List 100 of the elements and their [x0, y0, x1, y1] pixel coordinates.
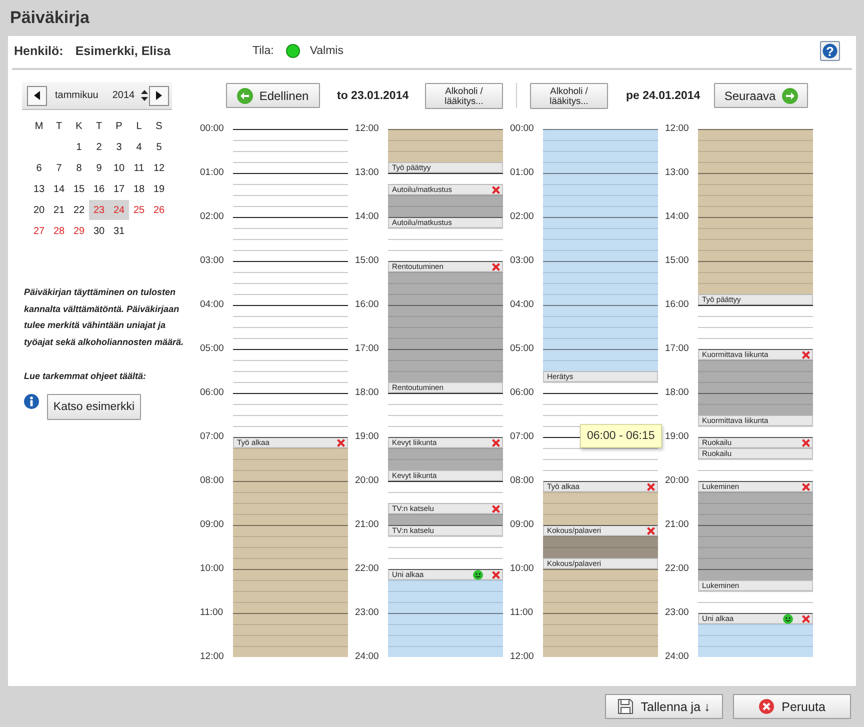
previous-month-button[interactable]: [27, 86, 47, 106]
calendar-day[interactable]: 7: [49, 158, 69, 178]
example-button[interactable]: Katso esimerkki: [47, 394, 141, 420]
event-time-slot[interactable]: [698, 393, 813, 404]
event-time-slot[interactable]: [233, 481, 348, 492]
event-time-slot[interactable]: [233, 635, 348, 646]
event-time-slot[interactable]: [698, 173, 813, 184]
calendar-day[interactable]: 25: [129, 200, 149, 220]
event-time-slot[interactable]: [233, 602, 348, 613]
event-time-slot[interactable]: [543, 195, 658, 206]
event-time-slot[interactable]: [698, 635, 813, 646]
year-value[interactable]: 2014: [112, 90, 135, 101]
event-time-slot[interactable]: [698, 151, 813, 162]
delete-icon[interactable]: [646, 482, 656, 492]
event-time-slot[interactable]: [543, 580, 658, 591]
event-time-slot[interactable]: [543, 261, 658, 272]
event-time-slot[interactable]: [698, 503, 813, 514]
calendar-day[interactable]: 20: [29, 200, 49, 220]
event-time-slot[interactable]: [543, 316, 658, 327]
event-time-slot[interactable]: [698, 525, 813, 536]
calendar-day[interactable]: 3: [109, 137, 129, 157]
event-time-slot[interactable]: [543, 613, 658, 624]
event-time-slot[interactable]: [698, 162, 813, 173]
event-time-slot[interactable]: [543, 239, 658, 250]
event-time-slot[interactable]: [388, 327, 503, 338]
calendar-day[interactable]: 11: [129, 158, 149, 178]
event-time-slot[interactable]: [543, 250, 658, 261]
event-time-slot[interactable]: [543, 305, 658, 316]
event-time-slot[interactable]: [388, 459, 503, 470]
calendar-day[interactable]: 12: [149, 158, 169, 178]
event-time-slot[interactable]: [543, 129, 658, 140]
event-time-slot[interactable]: [233, 580, 348, 591]
calendar-day[interactable]: 6: [29, 158, 49, 178]
calendar-day[interactable]: 30: [89, 221, 109, 241]
event-time-slot[interactable]: [543, 228, 658, 239]
event-time-slot[interactable]: [698, 206, 813, 217]
event-time-slot[interactable]: [543, 602, 658, 613]
event-time-slot[interactable]: [543, 206, 658, 217]
event-time-slot[interactable]: [388, 305, 503, 316]
event-time-slot[interactable]: [698, 239, 813, 250]
previous-button[interactable]: Edellinen: [226, 83, 320, 108]
event-time-slot[interactable]: [388, 349, 503, 360]
delete-icon[interactable]: [491, 570, 501, 580]
event-time-slot[interactable]: [698, 569, 813, 580]
event-time-slot[interactable]: [698, 195, 813, 206]
event-time-slot[interactable]: [543, 294, 658, 305]
event-time-slot[interactable]: [698, 217, 813, 228]
event-time-slot[interactable]: [233, 503, 348, 514]
delete-icon[interactable]: [336, 438, 346, 448]
calendar-day[interactable]: 18: [129, 179, 149, 199]
delete-icon[interactable]: [491, 262, 501, 272]
alcohol-medication-button[interactable]: Alkoholi / lääkitys...: [530, 82, 608, 108]
event-time-slot[interactable]: [233, 514, 348, 525]
event-time-slot[interactable]: [698, 283, 813, 294]
event-time-slot[interactable]: [388, 624, 503, 635]
event-time-slot[interactable]: [388, 140, 503, 151]
delete-icon[interactable]: [801, 350, 811, 360]
delete-icon[interactable]: [491, 438, 501, 448]
event-time-slot[interactable]: [543, 349, 658, 360]
cancel-button[interactable]: Peruuta: [733, 694, 851, 719]
calendar-day[interactable]: 28: [49, 221, 69, 241]
delete-icon[interactable]: [801, 614, 811, 624]
calendar-day[interactable]: 15: [69, 179, 89, 199]
calendar-day[interactable]: 17: [109, 179, 129, 199]
delete-icon[interactable]: [801, 438, 811, 448]
event-time-slot[interactable]: [233, 525, 348, 536]
event-time-slot[interactable]: [543, 173, 658, 184]
calendar-day[interactable]: 21: [49, 200, 69, 220]
event-time-slot[interactable]: [543, 327, 658, 338]
event-time-slot[interactable]: [388, 646, 503, 657]
event-time-slot[interactable]: [233, 613, 348, 624]
event-time-slot[interactable]: [233, 547, 348, 558]
event-time-slot[interactable]: [543, 503, 658, 514]
event-time-slot[interactable]: [388, 371, 503, 382]
event-time-slot[interactable]: [698, 250, 813, 261]
event-time-slot[interactable]: [698, 382, 813, 393]
event-time-slot[interactable]: [698, 261, 813, 272]
delete-icon[interactable]: [491, 184, 501, 194]
alcohol-medication-button[interactable]: Alkoholi / lääkitys...: [425, 82, 503, 108]
event-time-slot[interactable]: [233, 569, 348, 580]
event-time-slot[interactable]: [698, 558, 813, 569]
save-button[interactable]: Tallenna ja ↓: [605, 694, 723, 719]
next-button[interactable]: Seuraava: [714, 83, 808, 108]
event-time-slot[interactable]: [698, 371, 813, 382]
calendar-day[interactable]: 5: [149, 137, 169, 157]
event-time-slot[interactable]: [388, 591, 503, 602]
event-time-slot[interactable]: [233, 459, 348, 470]
delete-icon[interactable]: [646, 526, 656, 536]
event-time-slot[interactable]: [543, 283, 658, 294]
calendar-day[interactable]: 31: [109, 221, 129, 241]
calendar-day[interactable]: 1: [69, 137, 89, 157]
calendar-day[interactable]: 10: [109, 158, 129, 178]
delete-icon[interactable]: [801, 482, 811, 492]
event-time-slot[interactable]: [543, 591, 658, 602]
event-time-slot[interactable]: [233, 536, 348, 547]
event-time-slot[interactable]: [543, 635, 658, 646]
event-time-slot[interactable]: [388, 294, 503, 305]
event-time-slot[interactable]: [388, 129, 503, 140]
calendar-day[interactable]: 9: [89, 158, 109, 178]
event-time-slot[interactable]: [233, 591, 348, 602]
